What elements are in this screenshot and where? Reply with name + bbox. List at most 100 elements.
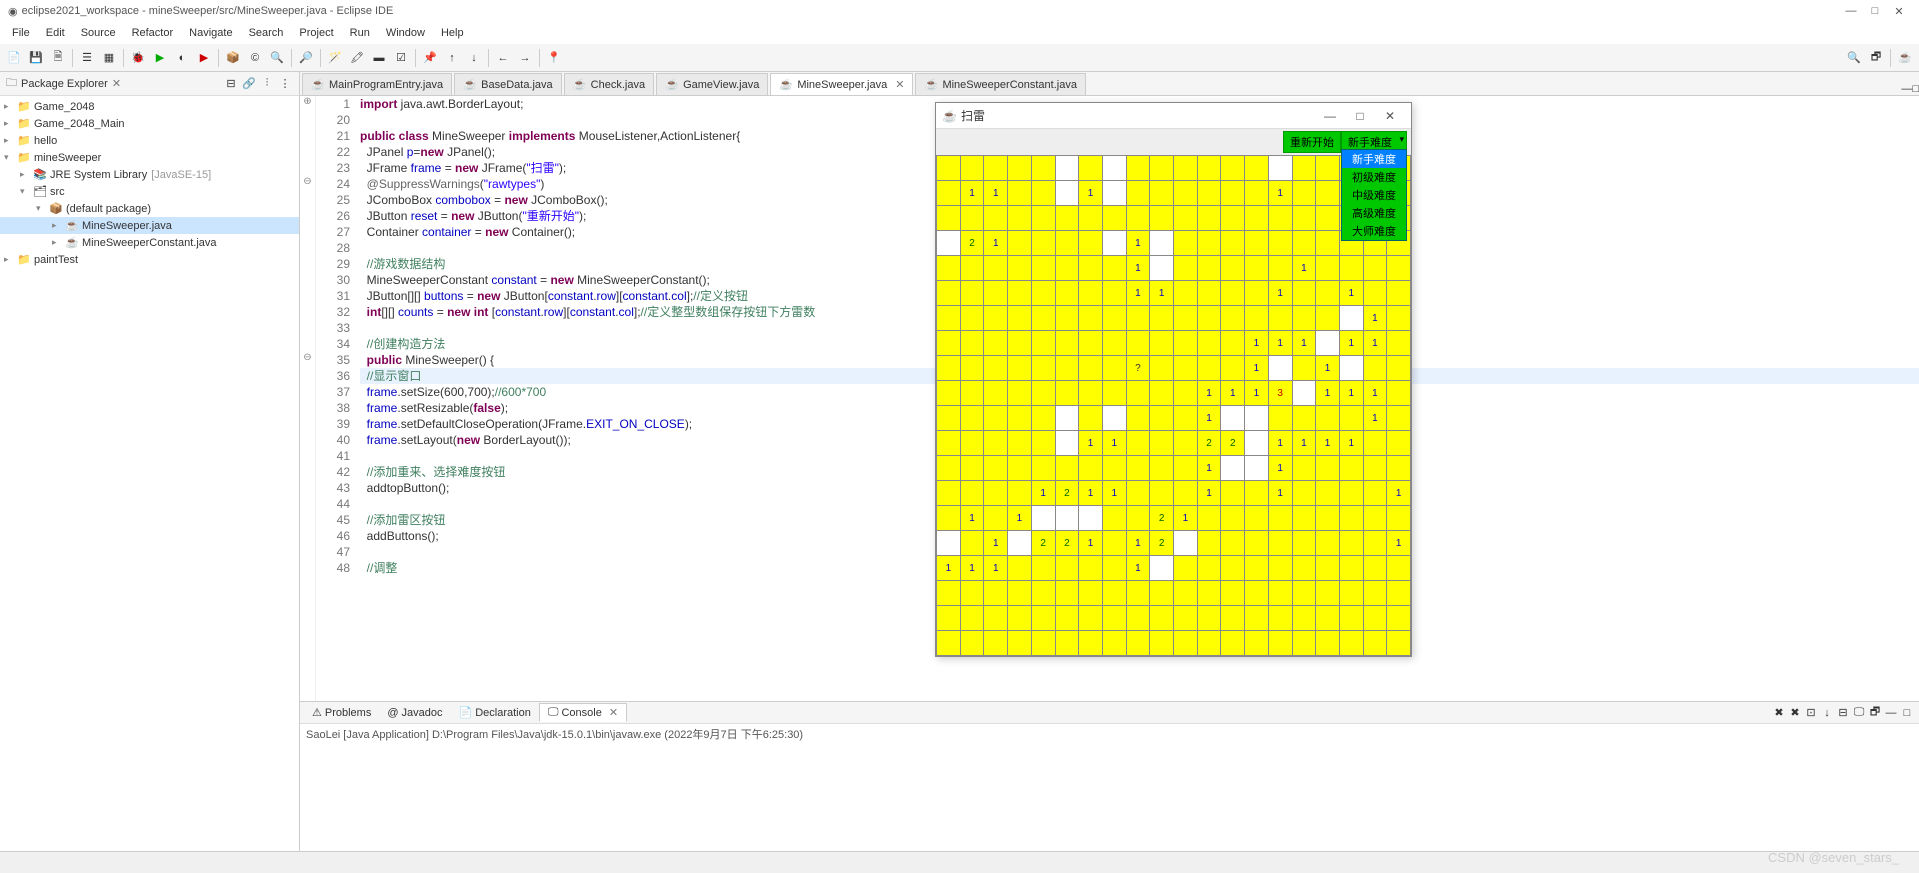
mine-cell[interactable] bbox=[937, 581, 960, 605]
mine-cell[interactable] bbox=[1008, 281, 1031, 305]
mine-cell[interactable] bbox=[1387, 606, 1410, 630]
mine-cell[interactable] bbox=[1008, 206, 1031, 230]
mine-cell[interactable] bbox=[937, 481, 960, 505]
mine-cell[interactable] bbox=[1174, 181, 1197, 205]
mine-cell[interactable] bbox=[1079, 406, 1102, 430]
mine-cell[interactable] bbox=[1293, 456, 1316, 480]
mine-cell[interactable] bbox=[1340, 256, 1363, 280]
editor-tab[interactable]: ☕Check.java bbox=[564, 73, 654, 95]
mine-cell[interactable] bbox=[1150, 606, 1173, 630]
mine-cell[interactable] bbox=[1008, 531, 1031, 555]
mine-cell[interactable] bbox=[1198, 631, 1221, 655]
mine-cell[interactable] bbox=[937, 381, 960, 405]
mine-cell[interactable] bbox=[1056, 556, 1079, 580]
mine-cell[interactable] bbox=[1103, 556, 1126, 580]
mine-cell[interactable] bbox=[1293, 281, 1316, 305]
mine-cell[interactable] bbox=[1079, 356, 1102, 380]
mine-cell[interactable] bbox=[1008, 306, 1031, 330]
mine-cell[interactable] bbox=[1174, 606, 1197, 630]
difficulty-option[interactable]: 高级难度 bbox=[1342, 204, 1406, 222]
mine-cell[interactable] bbox=[1269, 306, 1292, 330]
mine-cell[interactable]: 1 bbox=[1340, 431, 1363, 455]
mine-cell[interactable]: 1 bbox=[1269, 181, 1292, 205]
mine-cell[interactable] bbox=[1127, 331, 1150, 355]
mine-cell[interactable] bbox=[1079, 506, 1102, 530]
mine-cell[interactable] bbox=[1079, 456, 1102, 480]
toggle-icon[interactable]: ☰ bbox=[77, 48, 97, 68]
mine-cell[interactable] bbox=[1103, 181, 1126, 205]
mine-cell[interactable] bbox=[1008, 631, 1031, 655]
mine-cell[interactable]: 1 bbox=[984, 181, 1007, 205]
mine-cell[interactable]: 1 bbox=[1008, 506, 1031, 530]
mine-cell[interactable]: 1 bbox=[1364, 331, 1387, 355]
mine-cell[interactable] bbox=[1364, 256, 1387, 280]
mine-cell[interactable] bbox=[1387, 556, 1410, 580]
mine-cell[interactable] bbox=[1316, 531, 1339, 555]
mine-cell[interactable] bbox=[1340, 356, 1363, 380]
mine-cell[interactable] bbox=[1127, 606, 1150, 630]
bottom-tab-console[interactable]: 🖵Console✕ bbox=[539, 703, 627, 722]
mine-cell[interactable] bbox=[1221, 181, 1244, 205]
mine-cell[interactable] bbox=[1221, 206, 1244, 230]
mine-cell[interactable] bbox=[961, 406, 984, 430]
mine-cell[interactable]: 1 bbox=[1364, 306, 1387, 330]
mine-cell[interactable] bbox=[1340, 531, 1363, 555]
mine-cell[interactable] bbox=[1127, 381, 1150, 405]
mine-cell[interactable] bbox=[1150, 331, 1173, 355]
quick-access-icon[interactable]: 🔍 bbox=[1844, 48, 1864, 68]
mine-cell[interactable] bbox=[984, 481, 1007, 505]
mine-cell[interactable] bbox=[1293, 631, 1316, 655]
mine-cell[interactable] bbox=[1387, 381, 1410, 405]
mine-cell[interactable] bbox=[1316, 256, 1339, 280]
editor-tab[interactable]: ☕MainProgramEntry.java bbox=[302, 73, 452, 95]
mine-cell[interactable]: 1 bbox=[1316, 431, 1339, 455]
mine-cell[interactable] bbox=[1008, 181, 1031, 205]
mine-cell[interactable] bbox=[1221, 256, 1244, 280]
mine-cell[interactable] bbox=[1174, 556, 1197, 580]
mine-cell[interactable] bbox=[1387, 331, 1410, 355]
java-persp-icon[interactable]: ☕ bbox=[1895, 48, 1915, 68]
pin-icon[interactable]: 📌 bbox=[420, 48, 440, 68]
mine-cell[interactable] bbox=[1245, 206, 1268, 230]
ext-tools-icon[interactable]: ▶ bbox=[194, 48, 214, 68]
mine-cell[interactable] bbox=[1127, 306, 1150, 330]
mine-cell[interactable] bbox=[937, 306, 960, 330]
mine-cell[interactable] bbox=[1221, 281, 1244, 305]
mine-cell[interactable] bbox=[1056, 281, 1079, 305]
mine-cell[interactable] bbox=[1150, 356, 1173, 380]
mine-cell[interactable]: 1 bbox=[1340, 281, 1363, 305]
menu-project[interactable]: Project bbox=[291, 25, 341, 41]
mine-cell[interactable]: 1 bbox=[961, 181, 984, 205]
menu-edit[interactable]: Edit bbox=[38, 25, 73, 41]
mine-cell[interactable] bbox=[1103, 306, 1126, 330]
console-toggle-icon[interactable]: ⊟ bbox=[1835, 705, 1851, 721]
mine-cell[interactable] bbox=[1079, 156, 1102, 180]
mine-cell[interactable] bbox=[1269, 581, 1292, 605]
mine-cell[interactable] bbox=[1056, 581, 1079, 605]
console-clear-icon[interactable]: ✖ bbox=[1771, 705, 1787, 721]
tree-item[interactable]: ▸📁Game_2048_Main bbox=[0, 115, 299, 132]
tree-item[interactable]: ▾🗂src bbox=[0, 183, 299, 200]
mine-cell[interactable] bbox=[984, 456, 1007, 480]
mine-cell[interactable] bbox=[1079, 281, 1102, 305]
mine-cell[interactable]: 1 bbox=[1387, 531, 1410, 555]
mine-cell[interactable] bbox=[1150, 206, 1173, 230]
mine-cell[interactable]: 1 bbox=[937, 556, 960, 580]
mine-cell[interactable] bbox=[937, 456, 960, 480]
mine-cell[interactable] bbox=[1316, 231, 1339, 255]
panel-close-icon[interactable]: ✕ bbox=[112, 77, 121, 90]
mine-cell[interactable] bbox=[1032, 356, 1055, 380]
mine-cell[interactable] bbox=[937, 206, 960, 230]
mine-cell[interactable] bbox=[1364, 456, 1387, 480]
mine-cell[interactable] bbox=[1032, 331, 1055, 355]
mine-cell[interactable] bbox=[1293, 231, 1316, 255]
difficulty-option[interactable]: 新手难度 bbox=[1342, 150, 1406, 168]
mine-cell[interactable]: 1 bbox=[961, 506, 984, 530]
mine-cell[interactable] bbox=[1364, 581, 1387, 605]
mine-cell[interactable] bbox=[1198, 531, 1221, 555]
difficulty-option[interactable]: 中级难度 bbox=[1342, 186, 1406, 204]
mine-cell[interactable] bbox=[1387, 306, 1410, 330]
mine-cell[interactable] bbox=[1127, 506, 1150, 530]
mine-cell[interactable] bbox=[1103, 331, 1126, 355]
mine-cell[interactable] bbox=[1221, 506, 1244, 530]
